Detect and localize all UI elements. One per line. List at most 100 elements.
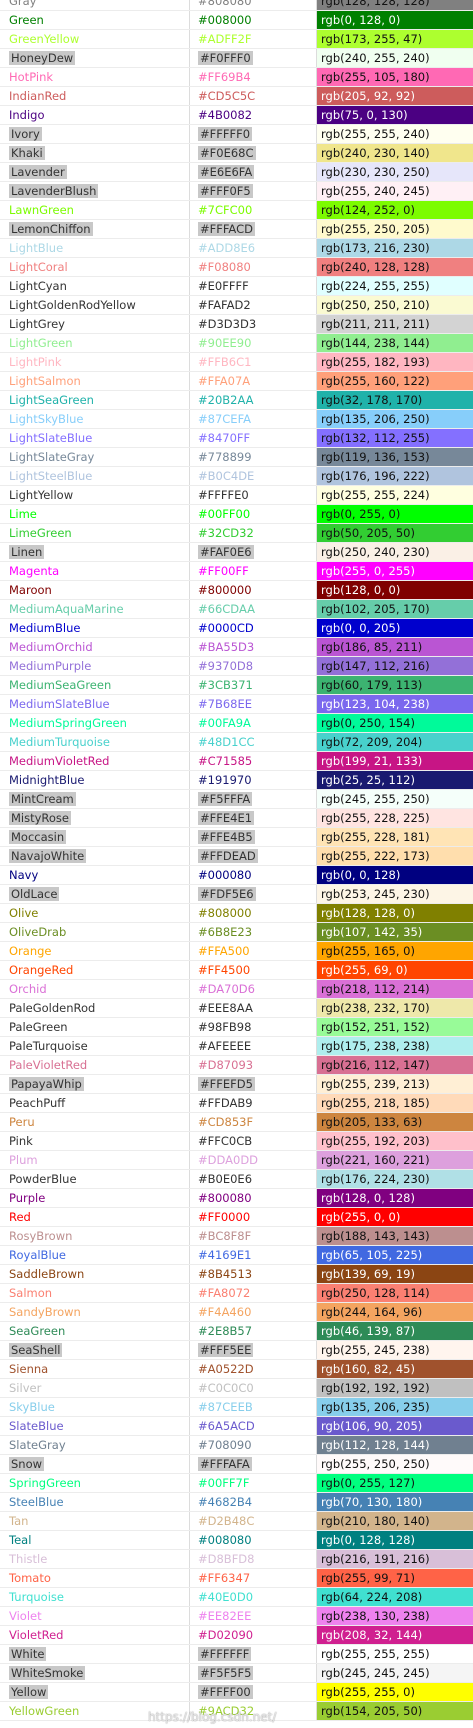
color-hex-cell: #DA70D6: [190, 980, 317, 998]
color-rgb-swatch: rgb(152, 251, 152): [317, 1018, 473, 1036]
table-row: Indigo #4B0082 rgb(75, 0, 130): [0, 106, 473, 125]
color-name-cell: LightYellow: [0, 486, 190, 504]
color-rgb: rgb(199, 21, 133): [321, 754, 423, 768]
color-name-cell: WhiteSmoke: [0, 1664, 190, 1682]
color-name-cell: LightSteelBlue: [0, 467, 190, 485]
color-rgb-swatch: rgb(0, 128, 0): [317, 11, 473, 29]
color-hex: #00FF00: [198, 507, 251, 521]
table-row: HoneyDew #F0FFF0 rgb(240, 255, 240): [0, 49, 473, 68]
color-rgb-swatch: rgb(240, 128, 128): [317, 258, 473, 276]
color-hex-cell: #808080: [190, 0, 317, 10]
color-rgb: rgb(160, 82, 45): [321, 1362, 415, 1376]
color-name-cell: Turquoise: [0, 1588, 190, 1606]
color-name-cell: MediumVioletRed: [0, 752, 190, 770]
color-table: Gray #808080 rgb(128, 128, 128) Green #00800…: [0, 0, 473, 1721]
color-name: Ivory: [9, 127, 42, 141]
color-name: Tan: [9, 1514, 29, 1528]
color-hex-cell: #008080: [190, 1531, 317, 1549]
color-hex-cell: #4682B4: [190, 1493, 317, 1511]
color-rgb: rgb(112, 128, 144): [321, 1438, 430, 1452]
color-hex-cell: #CD5C5C: [190, 87, 317, 105]
color-hex: #D2B48C: [198, 1514, 255, 1528]
color-hex: #4169E1: [198, 1248, 252, 1262]
color-hex: #87CEFA: [198, 412, 251, 426]
color-rgb: rgb(72, 209, 204): [321, 735, 423, 749]
table-row: Khaki #F0E68C rgb(240, 230, 140): [0, 144, 473, 163]
color-hex-cell: #F4A460: [190, 1303, 317, 1321]
color-rgb: rgb(128, 128, 128): [321, 0, 430, 8]
color-rgb-swatch: rgb(173, 216, 230): [317, 239, 473, 257]
color-hex-cell: #A0522D: [190, 1360, 317, 1378]
color-name: Yellow: [9, 1685, 49, 1699]
table-row: SlateBlue #6A5ACD rgb(106, 90, 205): [0, 1417, 473, 1436]
table-row: LightSeaGreen #20B2AA rgb(32, 178, 170): [0, 391, 473, 410]
color-name: VioletRed: [9, 1628, 64, 1642]
color-rgb-swatch: rgb(255, 99, 71): [317, 1569, 473, 1587]
table-row: Tan #D2B48C rgb(210, 180, 140): [0, 1512, 473, 1531]
color-rgb-swatch: rgb(255, 255, 240): [317, 125, 473, 143]
color-hex-cell: #FAF0E6: [190, 543, 317, 561]
color-hex-cell: #BC8F8F: [190, 1227, 317, 1245]
table-row: MediumSeaGreen #3CB371 rgb(60, 179, 113): [0, 676, 473, 695]
color-name-cell: LightCyan: [0, 277, 190, 295]
color-hex: #6B8E23: [198, 925, 253, 939]
color-rgb-swatch: rgb(128, 128, 0): [317, 904, 473, 922]
color-name: SpringGreen: [9, 1476, 81, 1490]
color-hex-cell: #FF6347: [190, 1569, 317, 1587]
color-name-cell: Magenta: [0, 562, 190, 580]
color-hex: #BA55D3: [198, 640, 255, 654]
table-row: SlateGray #708090 rgb(112, 128, 144): [0, 1436, 473, 1455]
color-name-cell: MistyRose: [0, 809, 190, 827]
color-hex: #FFA500: [198, 944, 250, 958]
color-rgb-swatch: rgb(72, 209, 204): [317, 733, 473, 751]
color-name-cell: MediumBlue: [0, 619, 190, 637]
color-hex-cell: #800080: [190, 1189, 317, 1207]
color-hex-cell: #FFF0F5: [190, 182, 317, 200]
color-hex: #D8BFD8: [198, 1552, 255, 1566]
table-row: Purple #800080 rgb(128, 0, 128): [0, 1189, 473, 1208]
color-name: LightSlateGray: [9, 450, 95, 464]
color-name-cell: Khaki: [0, 144, 190, 162]
color-name: MediumOrchid: [9, 640, 93, 654]
color-name-cell: LawnGreen: [0, 201, 190, 219]
color-name-cell: PapayaWhip: [0, 1075, 190, 1093]
color-rgb-swatch: rgb(255, 228, 225): [317, 809, 473, 827]
color-rgb: rgb(255, 255, 240): [321, 127, 430, 141]
color-name-cell: SeaShell: [0, 1341, 190, 1359]
color-hex-cell: #BA55D3: [190, 638, 317, 656]
color-rgb: rgb(255, 165, 0): [321, 944, 415, 958]
color-name: MediumAquaMarine: [9, 602, 124, 616]
color-name: SlateGray: [9, 1438, 66, 1452]
color-rgb: rgb(245, 245, 245): [321, 1666, 430, 1680]
color-rgb: rgb(123, 104, 238): [321, 697, 430, 711]
color-rgb-swatch: rgb(255, 245, 238): [317, 1341, 473, 1359]
color-rgb: rgb(255, 228, 181): [321, 830, 430, 844]
color-hex-cell: #F08080: [190, 258, 317, 276]
color-rgb-swatch: rgb(25, 25, 112): [317, 771, 473, 789]
color-name: Navy: [9, 868, 39, 882]
color-rgb: rgb(107, 142, 35): [321, 925, 423, 939]
color-hex: #FF69B4: [198, 70, 251, 84]
color-hex: #FFF5EE: [198, 1343, 254, 1357]
color-name: MidnightBlue: [9, 773, 85, 787]
color-name-cell: HotPink: [0, 68, 190, 86]
color-name: RosyBrown: [9, 1229, 73, 1243]
color-name-cell: SpringGreen: [0, 1474, 190, 1492]
color-name: Plum: [9, 1153, 38, 1167]
color-rgb: rgb(192, 192, 192): [321, 1381, 430, 1395]
color-rgb-swatch: rgb(112, 128, 144): [317, 1436, 473, 1454]
color-rgb-swatch: rgb(106, 90, 205): [317, 1417, 473, 1435]
color-rgb: rgb(64, 224, 208): [321, 1590, 423, 1604]
color-name-cell: LightSalmon: [0, 372, 190, 390]
table-row: Orange #FFA500 rgb(255, 165, 0): [0, 942, 473, 961]
table-row: Ivory #FFFFF0 rgb(255, 255, 240): [0, 125, 473, 144]
color-hex-cell: #FFA07A: [190, 372, 317, 390]
color-name: LightSkyBlue: [9, 412, 84, 426]
table-row: MediumBlue #0000CD rgb(0, 0, 205): [0, 619, 473, 638]
color-rgb: rgb(224, 255, 255): [321, 279, 430, 293]
color-name: LavenderBlush: [9, 184, 99, 198]
color-name: White: [9, 1647, 47, 1661]
color-hex-cell: #FF0000: [190, 1208, 317, 1226]
color-hex: #48D1CC: [198, 735, 255, 749]
color-hex-cell: #6B8E23: [190, 923, 317, 941]
